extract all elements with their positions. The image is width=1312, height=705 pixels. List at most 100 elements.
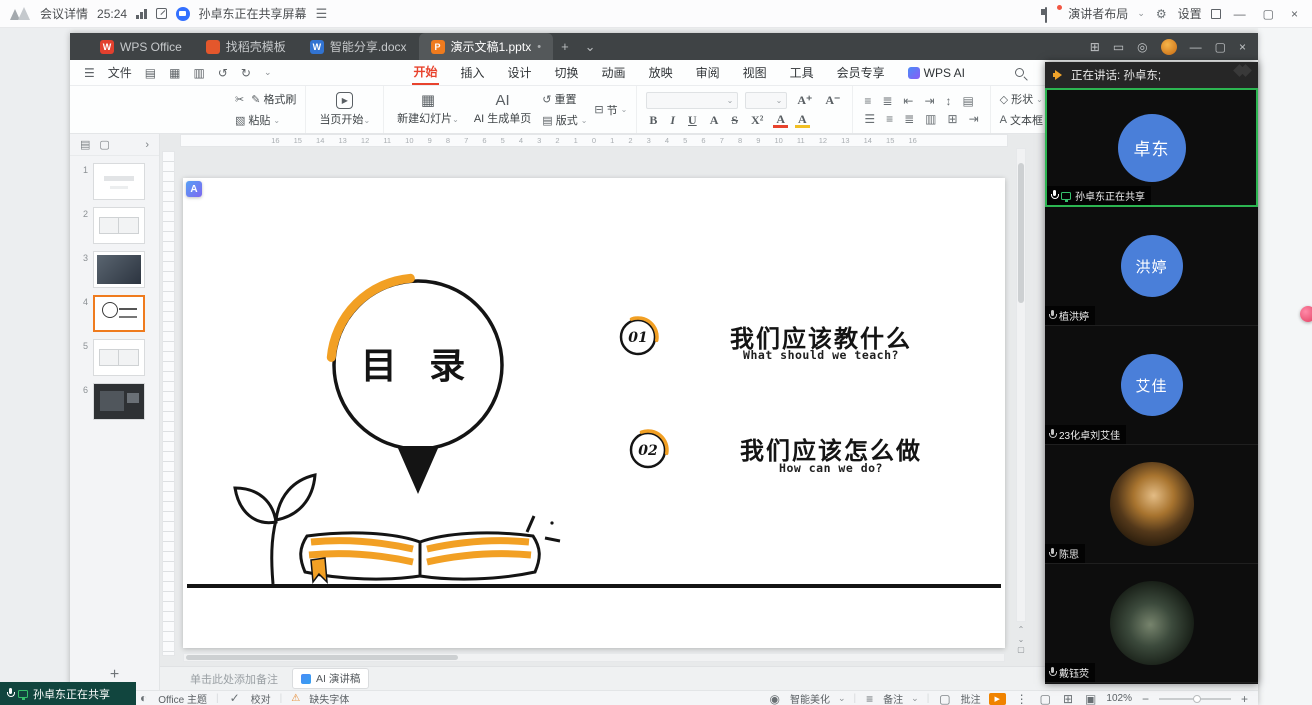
decrease-indent-button[interactable]: ⇤ [901,94,915,108]
ribbon-tab-slideshow[interactable]: 放映 [648,61,674,84]
tab-pptx-active[interactable]: P 演示文稿1.pptx • [419,33,554,60]
search-icon[interactable] [1015,68,1024,77]
print-icon[interactable]: ▦ [169,66,180,80]
window-mode-icon[interactable]: ▭ [1113,40,1124,54]
zoom-level[interactable]: 102% [1106,693,1132,704]
wps-minimize-button[interactable]: — [1190,40,1202,54]
chevron-down-icon[interactable]: ⌄ [264,67,272,78]
comments-button[interactable]: 批注 [961,691,981,705]
wps-maximize-button[interactable]: ▢ [1215,40,1226,54]
align-left-button[interactable]: ☰ [862,112,877,126]
ribbon-tab-insert[interactable]: 插入 [460,61,486,84]
format-painter-button[interactable]: ✎格式刷 [251,91,296,107]
horizontal-scrollbar[interactable] [183,653,1005,662]
ribbon-tab-review[interactable]: 审阅 [695,61,721,84]
meeting-detail-link[interactable]: 会议详情 [40,5,88,22]
new-tab-button[interactable]: + [553,39,577,54]
list-icon[interactable]: ☰ [316,6,328,22]
cut-button[interactable]: ✂ [235,93,244,106]
smart-beautify-button[interactable]: 智能美化 [790,691,830,705]
slide-thumbnail-4-selected[interactable]: 4 [79,295,153,332]
align-right-button[interactable]: ≣ [902,112,916,126]
participant-tile-4[interactable]: 陈思 [1045,445,1258,564]
more-icon[interactable]: ⋮ [1014,692,1030,705]
zoom-slider[interactable] [1159,698,1231,700]
toc-title[interactable]: 目 录 [361,345,476,387]
user-avatar[interactable] [1161,39,1177,55]
floating-widget-icon[interactable] [1300,306,1312,322]
slide-thumbnail-3[interactable]: 3 [79,251,153,288]
tab-list-button[interactable]: ⌄ [577,39,604,55]
highlight-button[interactable]: A [795,113,810,128]
participant-tile-2[interactable]: 洪婷 植洪婷 [1045,207,1258,326]
proofing-button[interactable]: 校对 [251,691,271,705]
grow-font-button[interactable]: A⁺ [794,93,815,108]
undo-icon[interactable]: ↺ [218,66,228,80]
ribbon-tab-view[interactable]: 视图 [742,61,768,84]
preview-icon[interactable]: ▥ [193,66,204,80]
bold-button[interactable]: B [646,113,660,128]
notes-placeholder[interactable]: 单击此处添加备注 [190,671,278,687]
split-view-icon[interactable]: ⊞ [1090,40,1100,54]
maximize-button[interactable]: ▢ [1259,7,1278,21]
tab-wps-office[interactable]: W WPS Office [88,33,194,60]
zoom-slider-knob[interactable] [1193,695,1201,703]
distribute-button[interactable]: ⇥ [967,112,981,126]
layout-button[interactable]: ▤版式⌄ [542,112,587,128]
skin-icon[interactable]: ◎ [1137,40,1147,54]
missing-font-button[interactable]: 缺失字体 [309,691,349,705]
underline-button[interactable]: U [685,113,700,128]
char-format-button[interactable]: A [707,113,722,128]
redo-icon[interactable]: ↻ [241,66,251,80]
wps-ai-floating-icon[interactable]: A [186,181,202,197]
play-current-button[interactable]: ▶ 当页开始⌄ [315,92,374,127]
slide-thumbnail-6[interactable]: 6 [79,383,153,420]
line-spacing-button[interactable]: ↕ [944,94,954,108]
wps-close-button[interactable]: × [1239,40,1246,54]
tab-docx[interactable]: W 智能分享.docx [298,33,419,60]
sharing-status-badge[interactable]: 孙卓东正在共享 [0,682,136,705]
toc-item-2[interactable]: 02 我们应该怎么做 How can we do? [631,431,922,475]
font-size-select[interactable]: ⌄ [745,92,787,109]
ribbon-tab-wps-ai[interactable]: WPS AI [907,63,966,83]
horizontal-scrollbar-thumb[interactable] [186,655,458,660]
slideshow-play-button[interactable]: ▶ [989,693,1006,705]
normal-view-icon[interactable]: ▢ [1038,692,1053,705]
minimize-button[interactable]: — [1230,7,1250,21]
speaker-layout-button[interactable]: 演讲者布局 [1068,5,1128,22]
slide-view-icon[interactable]: ▢ [99,138,109,151]
menu-icon[interactable]: ☰ [84,66,95,80]
file-menu-button[interactable]: 文件 [108,64,132,81]
ribbon-tab-tools[interactable]: 工具 [789,61,815,84]
toc-item-1[interactable]: 01 我们应该教什么 What should we teach? [621,318,912,362]
font-color-button[interactable]: A [773,113,788,128]
increase-indent-button[interactable]: ⇥ [922,94,936,108]
ai-speech-script-button[interactable]: AI 演讲稿 [292,668,369,689]
sorter-view-icon[interactable]: ⊞ [1061,692,1075,705]
slide-thumbnail-2[interactable]: 2 [79,207,153,244]
ribbon-tab-home[interactable]: 开始 [412,60,438,85]
paste-button[interactable]: ▧粘贴⌄ [235,112,280,128]
participant-tile-1[interactable]: 卓东 孙卓东正在共享 [1045,88,1258,207]
scroll-down-icon[interactable]: ⌄ [1018,636,1025,644]
columns-button[interactable]: ⊞ [946,112,960,126]
theme-label[interactable]: Office 主题 [158,691,207,705]
notes-toggle-button[interactable]: 备注 [883,691,903,705]
settings-button[interactable]: 设置 [1178,5,1202,22]
outline-view-icon[interactable]: ▤ [80,138,90,151]
italic-button[interactable]: I [667,113,678,128]
ribbon-tab-member[interactable]: 会员专享 [836,61,886,84]
font-family-select[interactable]: ⌄ [646,92,738,109]
numbering-button[interactable]: ≣ [880,94,894,108]
zoom-out-icon[interactable]: − [1140,692,1151,705]
ribbon-tab-animation[interactable]: 动画 [601,61,627,84]
justify-button[interactable]: ▥ [923,112,938,126]
zoom-in-icon[interactable]: + [1239,692,1250,705]
new-slide-button[interactable]: ▦ 新建幻灯片⌄ [393,93,463,126]
shrink-font-button[interactable]: A⁻ [822,93,843,108]
slide-thumbnail-5[interactable]: 5 [79,339,153,376]
participant-tile-3[interactable]: 艾佳 23化卓刘艾佳 [1045,326,1258,445]
expand-sidebar-icon[interactable]: › [145,139,149,151]
align-center-button[interactable]: ≡ [884,112,895,126]
scroll-up-icon[interactable]: ⌃ [1018,626,1025,634]
